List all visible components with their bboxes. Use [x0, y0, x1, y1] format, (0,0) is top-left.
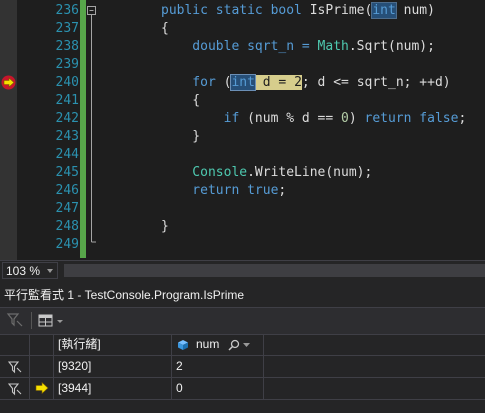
indicator-cell — [30, 378, 54, 399]
variable-cube-icon — [178, 340, 188, 350]
line-number: 246 — [55, 183, 79, 198]
empty-cell — [264, 356, 485, 377]
code-token: true — [247, 183, 279, 198]
grid-header: [執行緒] num — [0, 334, 485, 356]
code-token: for — [161, 75, 224, 90]
code-token: return — [364, 111, 420, 126]
indicator-cell — [30, 356, 54, 377]
code-line-236: public static bool IsPrime(int num) — [161, 2, 435, 20]
code-line-248: } — [161, 219, 169, 234]
code-line-237: { — [161, 21, 169, 36]
line-number: 241 — [55, 93, 79, 108]
code-token: double sqrt_n = — [161, 39, 318, 54]
code-token: Math — [317, 39, 349, 54]
empty-cell — [264, 378, 485, 399]
code-line-243: } — [161, 129, 201, 144]
code-line-240: for (int d = 2; d <= sqrt_n; ++d) — [161, 74, 451, 92]
flag-filter-icon[interactable] — [6, 312, 24, 328]
search-icon[interactable] — [228, 339, 240, 351]
line-number: 237 — [55, 21, 79, 36]
line-number-gutter: 236 237 238 239 240 241 242 243 244 245 … — [17, 0, 79, 260]
code-line-241: { — [161, 93, 201, 108]
code-token: 0 — [341, 111, 349, 126]
zoom-value: 103 % — [6, 264, 41, 278]
editor-zoom-bar: 103 % — [0, 260, 485, 281]
code-token: d = — [254, 75, 295, 90]
chevron-down-icon[interactable] — [243, 343, 250, 348]
line-number: 238 — [55, 39, 79, 54]
code-token: ; — [278, 183, 287, 198]
line-number: 245 — [55, 165, 79, 180]
chevron-down-icon — [47, 269, 53, 273]
thread-cell: [9320] — [54, 356, 172, 377]
code-token: (num % d == — [247, 111, 342, 126]
line-number: 244 — [55, 147, 79, 162]
horizontal-scrollbar[interactable] — [64, 264, 485, 277]
flag-cell[interactable] — [0, 356, 30, 377]
code-token: 2 — [294, 75, 302, 90]
line-number: 239 — [55, 57, 79, 72]
thread-column-header[interactable]: [執行緒] — [54, 334, 172, 355]
code-token: public static bool — [161, 3, 310, 18]
code-line-246: return true; — [161, 182, 286, 200]
code-token: .Sqrt(num); — [348, 39, 435, 54]
code-token: int — [371, 2, 397, 19]
code-token: return — [161, 183, 248, 198]
current-statement-breakpoint-icon[interactable] — [1, 75, 16, 90]
current-statement-highlight: int d = 2 — [230, 74, 302, 91]
code-token: ; d <= sqrt_n; ++d) — [301, 75, 451, 90]
grid-layout-icon[interactable] — [36, 312, 66, 329]
window-title: 平行監看式 1 - TestConsole.Program.IsPrime — [4, 288, 245, 302]
thread-cell: [3944] — [54, 378, 172, 399]
flag-filter-icon[interactable] — [8, 382, 22, 396]
code-token: int — [230, 74, 256, 91]
code-token: ) — [348, 111, 365, 126]
code-line-242: if (num % d == 0) return false; — [161, 110, 467, 128]
watch-grid: [執行緒] num [9320] 2 [3944] 0 — [0, 334, 485, 413]
code-line-245: Console.WriteLine(num); — [161, 164, 372, 182]
line-number: 242 — [55, 111, 79, 126]
variable-name: num — [196, 337, 220, 351]
current-thread-arrow-icon — [35, 382, 49, 394]
line-number: 248 — [55, 219, 79, 234]
glyph-margin[interactable] — [0, 0, 17, 260]
code-token: if — [161, 111, 248, 126]
code-token: IsPrime — [309, 3, 365, 18]
line-number: 247 — [55, 201, 79, 216]
value-cell[interactable]: 2 — [172, 356, 264, 377]
watch-toolbar — [0, 307, 485, 335]
table-row[interactable]: [9320] 2 — [0, 356, 485, 378]
chevron-down-icon — [57, 320, 63, 323]
value-cell[interactable]: 0 — [172, 378, 264, 399]
code-token: .WriteLine(num); — [247, 165, 373, 180]
outlining-margin — [87, 6, 96, 243]
code-line-238: double sqrt_n = Math.Sqrt(num); — [161, 38, 435, 56]
variable-column-header[interactable]: num — [172, 334, 264, 355]
flag-filter-icon[interactable] — [8, 360, 22, 374]
code-text[interactable]: public static bool IsPrime(int num) { do… — [98, 0, 485, 260]
header-empty — [264, 334, 485, 355]
code-editor[interactable]: 236 237 238 239 240 241 242 243 244 245 … — [0, 0, 485, 260]
line-number: 249 — [55, 237, 79, 252]
parallel-watch-window: 平行監看式 1 - TestConsole.Program.IsPrime [執… — [0, 281, 485, 413]
code-token: false — [419, 111, 459, 126]
code-token: num) — [395, 3, 435, 18]
line-number: 236 — [55, 3, 79, 18]
line-number: 243 — [55, 129, 79, 144]
code-token: ; — [458, 111, 467, 126]
header-indicator-column — [30, 334, 54, 355]
flag-cell[interactable] — [0, 378, 30, 399]
table-row[interactable]: [3944] 0 — [0, 378, 485, 400]
code-token: Console — [161, 165, 248, 180]
toolbar-separator — [31, 312, 32, 329]
zoom-dropdown[interactable]: 103 % — [2, 262, 58, 279]
line-number: 240 — [55, 75, 79, 90]
header-flag-column[interactable] — [0, 334, 30, 355]
